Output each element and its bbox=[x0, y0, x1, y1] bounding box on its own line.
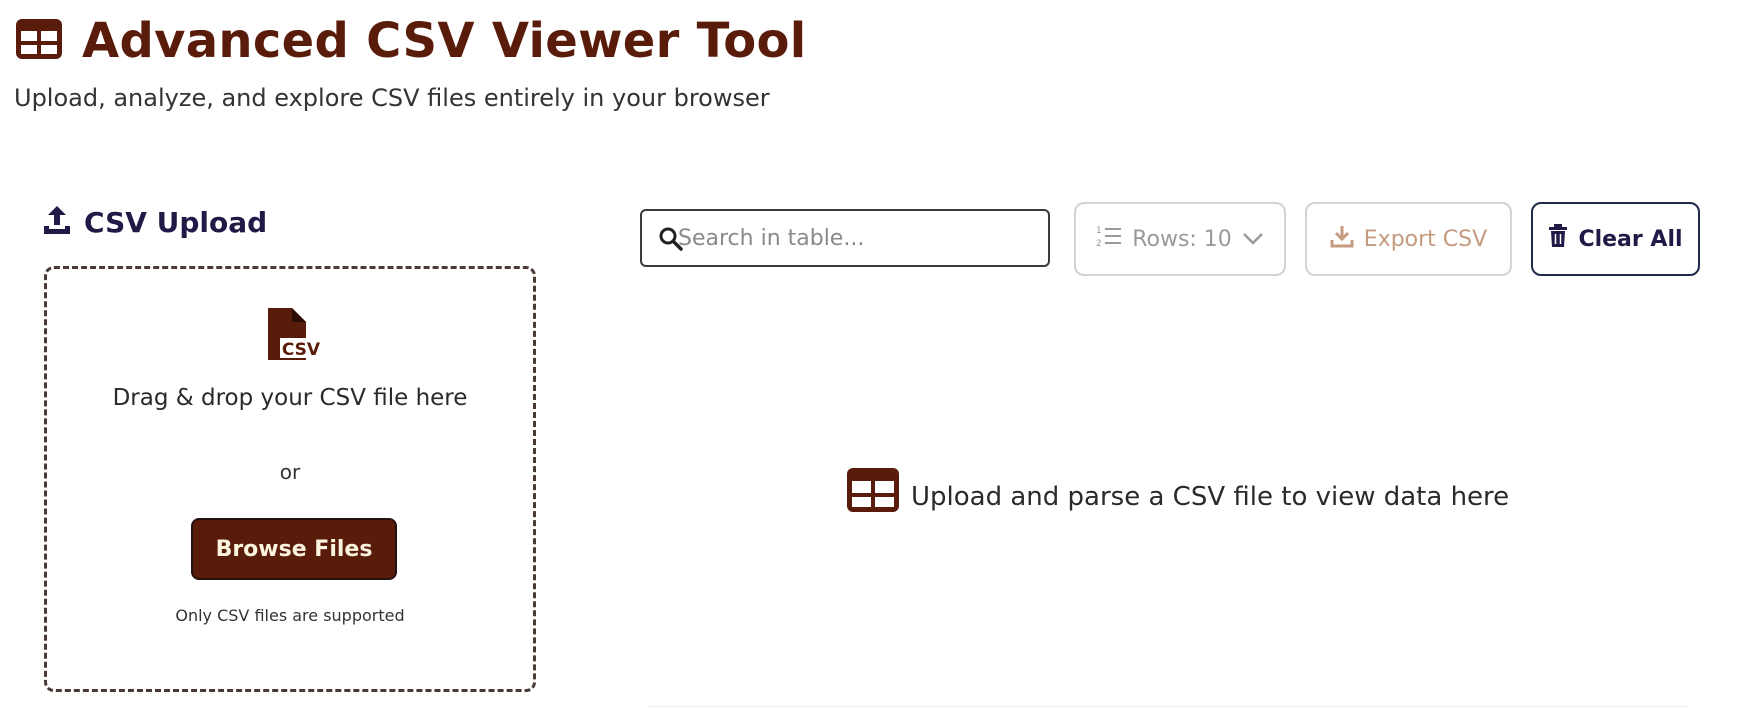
export-csv-button[interactable]: Export CSV bbox=[1305, 202, 1512, 276]
csv-dropzone[interactable]: CSV Drag & drop your CSV file here or Br… bbox=[44, 266, 536, 692]
upload-icon bbox=[42, 204, 72, 240]
search-input[interactable] bbox=[642, 211, 1048, 265]
dropzone-title: Drag & drop your CSV file here bbox=[112, 385, 468, 411]
page-subtitle: Upload, analyze, and explore CSV files e… bbox=[14, 84, 770, 112]
upload-heading: CSV Upload bbox=[42, 202, 267, 242]
chevron-down-icon bbox=[1242, 227, 1264, 252]
dropzone-note: Only CSV files are supported bbox=[175, 606, 405, 625]
page-header: Advanced CSV Viewer Tool bbox=[14, 8, 807, 74]
clear-all-button[interactable]: Clear All bbox=[1531, 202, 1700, 276]
table-icon bbox=[14, 17, 64, 65]
page-title: Advanced CSV Viewer Tool bbox=[82, 13, 807, 69]
svg-text:1: 1 bbox=[1096, 226, 1102, 236]
csv-file-icon-label: CSV bbox=[282, 340, 321, 360]
table-icon bbox=[845, 466, 901, 518]
export-csv-label: Export CSV bbox=[1363, 226, 1488, 252]
rows-per-page-select[interactable]: 1 2 Rows: 10 bbox=[1074, 202, 1286, 276]
list-ordered-icon: 1 2 bbox=[1096, 224, 1122, 254]
trash-icon bbox=[1548, 224, 1568, 254]
search-icon bbox=[658, 226, 684, 256]
dropzone-or-label: or bbox=[279, 460, 301, 484]
rows-per-page-label: Rows: 10 bbox=[1132, 226, 1232, 252]
csv-file-icon: CSV bbox=[266, 306, 324, 366]
upload-heading-label: CSV Upload bbox=[84, 205, 268, 239]
search-box[interactable] bbox=[640, 209, 1050, 267]
csv-viewer-page: Advanced CSV Viewer Tool Upload, analyze… bbox=[0, 0, 1737, 717]
svg-text:2: 2 bbox=[1096, 239, 1102, 248]
browse-files-button[interactable]: Browse Files bbox=[191, 518, 397, 580]
data-empty-state: Upload and parse a CSV file to view data… bbox=[845, 466, 1509, 518]
clear-all-label: Clear All bbox=[1578, 226, 1683, 252]
empty-state-message: Upload and parse a CSV file to view data… bbox=[911, 482, 1510, 512]
data-area-divider bbox=[648, 706, 1688, 707]
download-icon bbox=[1330, 224, 1354, 254]
